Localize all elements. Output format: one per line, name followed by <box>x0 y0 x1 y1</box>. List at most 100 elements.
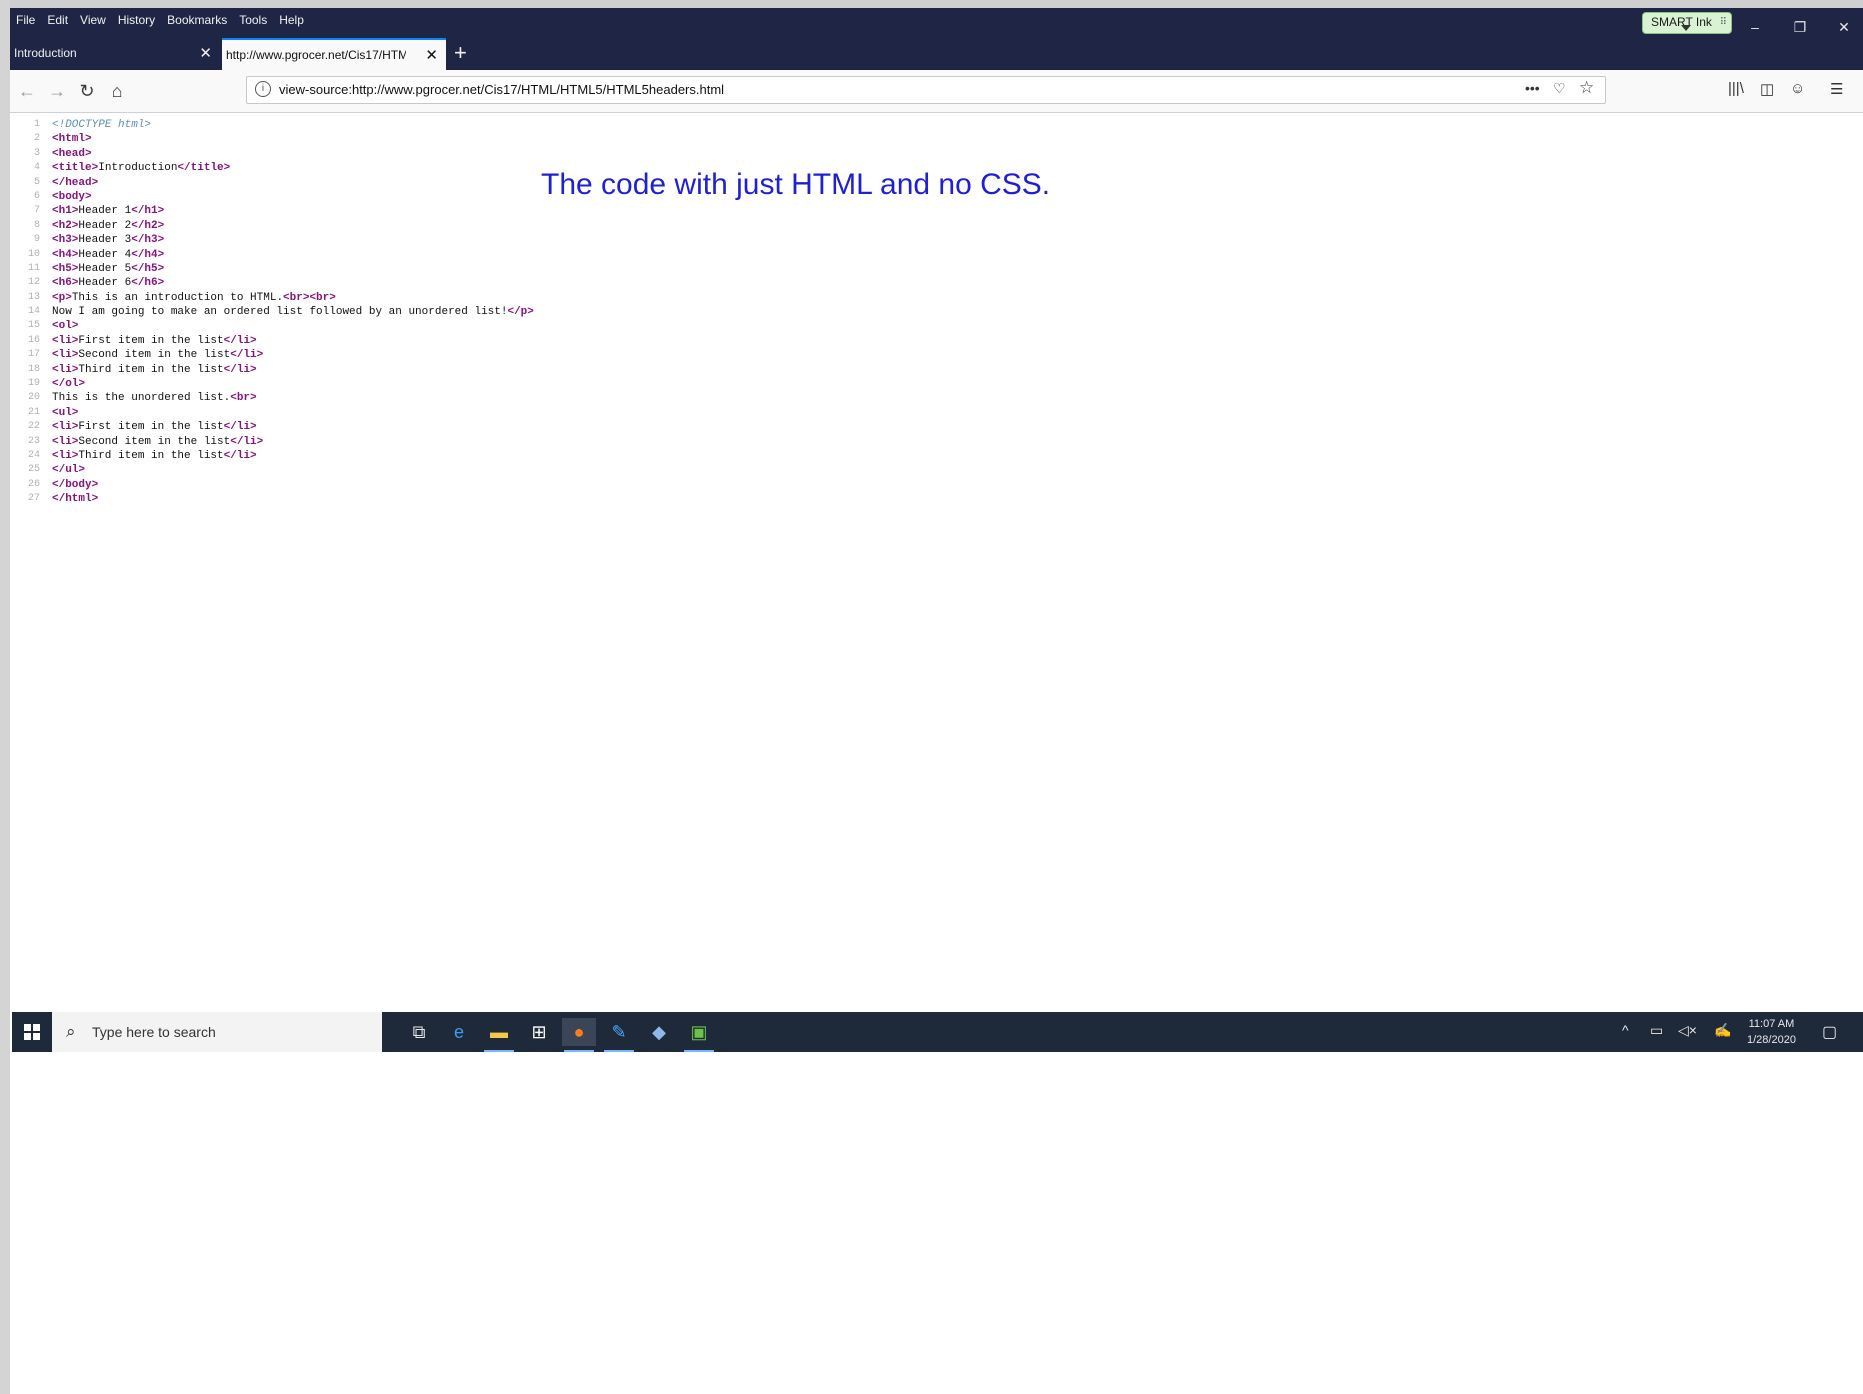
source-line: 22 <li>First item in the list</li> <box>10 420 1863 434</box>
running-indicator <box>564 1050 594 1052</box>
file-explorer-icon[interactable]: ▬ <box>482 1018 516 1052</box>
menu-edit[interactable]: Edit <box>41 10 74 32</box>
source-code: <head> <box>52 147 92 160</box>
source-line: 20 This is the unordered list.<br> <box>10 391 1863 405</box>
url-bar[interactable]: i view-source:http://www.pgrocer.net/Cis… <box>246 76 1606 104</box>
clock[interactable]: 11:07 AM 1/28/2020 <box>1747 1016 1796 1048</box>
notifications-icon[interactable]: ▢ <box>1822 1022 1837 1042</box>
source-code: <li>Third item in the list</li> <box>52 449 257 462</box>
start-button[interactable] <box>12 1012 52 1052</box>
library-icon[interactable]: |||\ <box>1728 80 1744 97</box>
edge-icon[interactable]: e <box>442 1018 476 1046</box>
home-button[interactable]: ⌂ <box>104 78 130 104</box>
line-number: 3 <box>33 147 40 159</box>
line-number: 26 <box>27 478 40 490</box>
source-code: <body> <box>52 190 92 203</box>
source-code: <li>First item in the list</li> <box>52 334 257 347</box>
menu-tools[interactable]: Tools <box>233 10 273 32</box>
minimize-button[interactable]: – <box>1735 14 1775 40</box>
line-number: 9 <box>33 234 40 246</box>
source-line: 12 <h6>Header 6</h6> <box>10 276 1863 290</box>
line-number: 23 <box>27 435 40 447</box>
close-icon[interactable]: ✕ <box>425 46 438 64</box>
line-number: 6 <box>33 190 40 202</box>
account-icon[interactable]: ☺ <box>1790 80 1805 97</box>
firefox-icon[interactable]: ● <box>562 1018 596 1052</box>
source-line: 26 </body> <box>10 478 1863 492</box>
tab-view-source[interactable]: http://www.pgrocer.net/Cis17/HTML ✕ <box>222 38 446 70</box>
volume-muted-icon[interactable]: ◁× <box>1678 1022 1697 1039</box>
notes-app-icon[interactable]: ✎ <box>602 1018 636 1052</box>
page-actions-icon[interactable]: ••• <box>1525 80 1540 96</box>
sidebar-icon[interactable]: ◫ <box>1760 80 1774 98</box>
screen-left-edge <box>0 0 10 1394</box>
title-bar: File Edit View History Bookmarks Tools H… <box>10 8 1863 70</box>
line-number: 17 <box>27 349 40 361</box>
source-line: 23 <li>Second item in the list</li> <box>10 435 1863 449</box>
running-indicator <box>604 1050 634 1052</box>
network-icon[interactable]: ▭ <box>1650 1022 1663 1039</box>
smart-ink-toolbar[interactable]: SMART Ink ⠿ <box>1642 12 1732 34</box>
pen-icon[interactable]: ✍ <box>1714 1022 1731 1039</box>
running-indicator <box>684 1050 714 1052</box>
source-line: 16 <li>First item in the list</li> <box>10 334 1863 348</box>
close-icon[interactable]: ✕ <box>199 44 212 62</box>
store-icon[interactable]: ⊞ <box>522 1018 556 1046</box>
url-text[interactable]: view-source:http://www.pgrocer.net/Cis17… <box>279 82 724 97</box>
menu-help[interactable]: Help <box>273 10 310 32</box>
search-icon: ⌕ <box>66 1022 76 1041</box>
menu-history[interactable]: History <box>112 10 161 32</box>
search-placeholder[interactable]: Type here to search <box>92 1024 216 1040</box>
source-line: 11 <h5>Header 5</h5> <box>10 262 1863 276</box>
source-code: <p>This is an introduction to HTML.<br><… <box>52 291 336 304</box>
running-indicator <box>484 1050 514 1052</box>
back-button[interactable]: ← <box>14 78 40 104</box>
source-code: <!DOCTYPE html> <box>52 119 152 131</box>
info-icon[interactable]: i <box>255 81 271 97</box>
line-number: 25 <box>27 464 40 476</box>
app-menu-icon[interactable]: ☰ <box>1830 80 1843 98</box>
source-code: <h4>Header 4</h4> <box>52 248 165 261</box>
bookmark-star-icon[interactable]: ☆ <box>1579 78 1594 98</box>
source-line: 24 <li>Third item in the list</li> <box>10 449 1863 463</box>
close-window-button[interactable]: ✕ <box>1824 14 1863 40</box>
source-code: <li>Second item in the list</li> <box>52 435 264 448</box>
smart-notebook-icon[interactable]: ◆ <box>642 1018 676 1046</box>
menu-view[interactable]: View <box>74 10 112 32</box>
line-number: 1 <box>33 119 40 130</box>
source-code: <h1>Header 1</h1> <box>52 205 165 218</box>
source-code: </head> <box>52 176 99 189</box>
source-line: 21 <ul> <box>10 406 1863 420</box>
reload-button[interactable]: ↻ <box>74 78 100 104</box>
clock-time: 11:07 AM <box>1748 1018 1795 1030</box>
smart-ink-dropdown-icon[interactable] <box>1681 25 1691 31</box>
source-line: 10 <h4>Header 4</h4> <box>10 248 1863 262</box>
line-number: 11 <box>27 262 40 274</box>
line-number: 10 <box>27 248 40 260</box>
forward-button[interactable]: → <box>44 78 70 104</box>
source-code: <li>Second item in the list</li> <box>52 349 264 362</box>
source-code: </body> <box>52 478 99 491</box>
tab-title: http://www.pgrocer.net/Cis17/HTML <box>226 48 406 62</box>
line-number: 20 <box>27 392 40 404</box>
chevron-up-icon[interactable]: ^ <box>1622 1022 1629 1038</box>
source-line: 7 <h1>Header 1</h1> <box>10 204 1863 218</box>
windows-taskbar: ⌕ Type here to search ⧉ e ▬ ⊞ ● ✎ ◆ ▣ ^ ▭ ◁× ✍ … <box>12 1012 1863 1052</box>
line-number: 22 <box>27 421 40 433</box>
source-code: </ol> <box>52 378 86 391</box>
task-view-icon[interactable]: ⧉ <box>402 1018 436 1046</box>
source-code: <ol> <box>52 320 79 333</box>
new-tab-button[interactable]: + <box>454 40 467 66</box>
source-line: 1 <!DOCTYPE html> <box>10 118 1863 132</box>
tab-introduction[interactable]: Introduction ✕ <box>10 38 220 70</box>
source-line: 9 <h3>Header 3</h3> <box>10 233 1863 247</box>
restore-button[interactable]: ❐ <box>1780 14 1820 40</box>
menu-bookmarks[interactable]: Bookmarks <box>161 10 233 32</box>
pocket-icon[interactable]: ♡ <box>1553 80 1566 97</box>
line-number: 16 <box>27 334 40 346</box>
menu-file[interactable]: File <box>10 10 41 32</box>
smart-tool-icon[interactable]: ▣ <box>682 1018 716 1052</box>
grip-icon[interactable]: ⠿ <box>1720 17 1727 28</box>
source-line: 27 </html> <box>10 492 1863 506</box>
taskbar-search[interactable]: ⌕ Type here to search <box>52 1012 382 1052</box>
